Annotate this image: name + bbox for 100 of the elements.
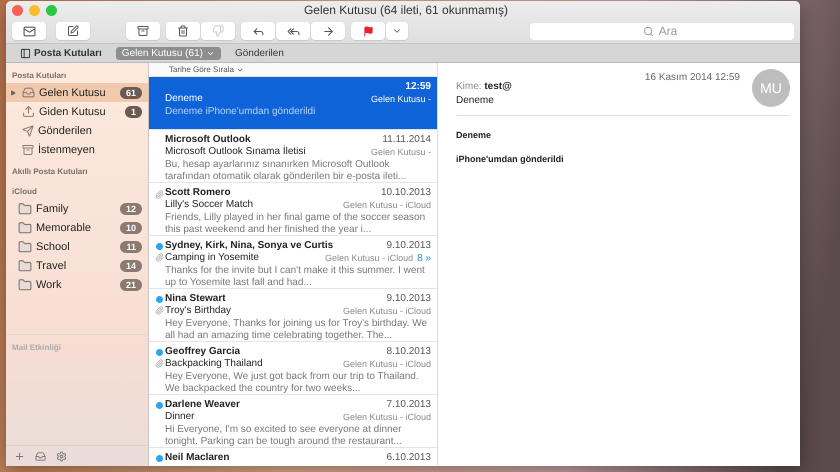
sender-name: Geoffrey Garcia xyxy=(165,346,240,358)
sort-menu[interactable]: Tarihe Göre Sırala xyxy=(149,63,437,77)
message-preview: Bu, hesap ayarlarınız sınanırken Microsoft Outlook tarafından otomatik olarak gönderilen bir e-posta ileti... xyxy=(165,159,408,183)
message-preview: Thanks for the invite but I can't make it this summer. I went up to Yosemite last fall and had... xyxy=(165,265,426,289)
activity-title: Mail Etkinliği xyxy=(6,334,148,360)
message-date: 7.10.2013 xyxy=(386,399,431,411)
section-title: Akıllı Posta Kutuları xyxy=(11,166,89,178)
sender-name: Darlene Weaver xyxy=(165,399,240,411)
message-date: 9.10.2013 xyxy=(386,293,431,305)
mailbox-item[interactable]: Memorable 10 xyxy=(6,218,148,237)
compose-button[interactable] xyxy=(56,22,90,40)
folder-icon xyxy=(18,240,32,254)
mailbox-item[interactable]: Travel 14 xyxy=(6,256,148,275)
mailbox-item[interactable]: İstenmeyen xyxy=(6,140,148,159)
message-preview: Hi Everyone, I'm so excited to see everyone at dinner tonight. Parking can be tough around the restaurant... xyxy=(165,424,403,448)
trash-icon xyxy=(177,25,189,37)
message-date: 8.10.2013 xyxy=(386,346,431,358)
paper-plane-icon xyxy=(22,124,34,136)
sender-name: Nina Stewart xyxy=(165,293,226,305)
delete-button[interactable] xyxy=(166,22,200,40)
sender-name: Scott Romero xyxy=(165,187,231,199)
count-badge: 1 xyxy=(124,106,142,118)
count-badge: 61 xyxy=(120,86,142,98)
message-preview: Hey Everyone, We just got back from our trip to Thailand. We backpacked the country for two weeks... xyxy=(165,371,420,395)
message-subject: Camping in Yosemite xyxy=(165,252,259,265)
recipient-line: Kime: test@ xyxy=(456,81,513,92)
mailbox-label: Gelen Kutusu - iCloud xyxy=(342,359,431,369)
mailbox-icon[interactable] xyxy=(35,450,46,462)
message-date: 6.10.2013 xyxy=(386,452,431,464)
folder-icon xyxy=(18,278,32,292)
sender-name: Neil Maclaren xyxy=(165,452,230,464)
folder-icon xyxy=(18,258,32,272)
message-row[interactable]: 12:59 Deneme Gelen Kutusu - Deneme iPhone'umdan gönderildi xyxy=(149,77,437,130)
mailbox-item[interactable]: Gönderilen xyxy=(6,121,148,140)
mailbox-item[interactable]: School 11 xyxy=(6,237,148,256)
message-subject: Backpacking Thailand xyxy=(165,358,263,371)
inbox-icon xyxy=(22,86,35,99)
section-title: Posta Kutuları xyxy=(11,70,68,82)
search-icon xyxy=(643,26,654,36)
section-title: iCloud xyxy=(11,186,38,198)
archive-button[interactable] xyxy=(126,22,160,40)
message-subject: Dinner xyxy=(165,411,194,424)
body-text: iPhone'umdan gönderildi xyxy=(456,154,565,164)
count-badge: 12 xyxy=(120,202,142,214)
sender-name: Microsoft Outlook xyxy=(165,134,251,146)
arrow-right-icon xyxy=(322,24,334,38)
message-date: 11.11.2014 xyxy=(382,134,431,146)
settings-icon[interactable] xyxy=(56,450,67,462)
count-badge: 21 xyxy=(120,278,142,290)
flag-button[interactable] xyxy=(351,22,385,40)
disclosure-triangle-icon xyxy=(10,90,16,96)
mailbox-label: Gelen Kutusu - iCloud xyxy=(342,200,431,210)
message-preview: Hey Everyone, Thanks for joining us for Troy's birthday. We all had an amazing time celebrating together. The... xyxy=(165,318,428,342)
count-badge: 10 xyxy=(120,222,142,234)
count-badge: 14 xyxy=(120,260,142,272)
outbox-icon xyxy=(22,105,35,118)
favorites-tab[interactable]: Posta Kutuları xyxy=(14,46,108,60)
reply-all-button[interactable] xyxy=(276,22,310,40)
archive-icon xyxy=(137,25,149,37)
sender-name: Sydney, Kirk, Nina, Sonya ve Curtis xyxy=(165,240,334,252)
message-subject: Deneme xyxy=(165,93,203,106)
message-date: 10.10.2013 xyxy=(380,187,431,199)
add-icon[interactable] xyxy=(14,450,25,462)
reply-button[interactable] xyxy=(241,22,275,40)
thumbs-down-icon xyxy=(212,25,224,37)
mailbox-label: Gelen Kutusu - iCloud xyxy=(342,412,431,422)
junk-tray-icon xyxy=(22,144,34,156)
message-date: 12:59 xyxy=(405,81,431,93)
mailbox-label: Gelen Kutusu - xyxy=(370,94,431,104)
body-text: Deneme xyxy=(456,130,492,140)
envelope-icon xyxy=(22,24,36,38)
compose-icon xyxy=(67,25,79,37)
get-mail-button[interactable] xyxy=(12,22,46,40)
folder-icon xyxy=(18,202,32,216)
message-subject: Microsoft Outlook Sınama İletisi xyxy=(165,146,306,159)
window-title: Gelen Kutusu (64 ileti, 61 okunmamış) xyxy=(302,3,510,17)
search-field[interactable]: Ara xyxy=(530,22,794,40)
message-date: 9.10.2013 xyxy=(386,240,431,252)
message-subject: Deneme xyxy=(456,95,495,106)
mailbox-item[interactable]: Gelen Kutusu 61 xyxy=(6,83,148,102)
folder-icon xyxy=(18,220,32,234)
message-preview: Friends, Lilly played in her final game of the soccer season this past weekend and her finished the year i... xyxy=(165,212,426,236)
mailbox-item[interactable]: Giden Kutusu 1 xyxy=(6,102,148,121)
mailbox-item[interactable]: Work 21 xyxy=(6,275,148,294)
thread-count[interactable]: 8 » xyxy=(417,253,431,264)
flag-icon xyxy=(362,26,374,36)
sidebar-icon xyxy=(20,48,31,58)
message-preview: Deneme iPhone'umdan gönderildi xyxy=(165,106,316,118)
close-button[interactable] xyxy=(12,4,23,16)
forward-button[interactable] xyxy=(311,22,345,40)
mailbox-item[interactable]: Family 12 xyxy=(6,199,148,218)
avatar: MU xyxy=(752,69,790,107)
mailbox-label: Gelen Kutusu - iCloud xyxy=(325,253,414,263)
mailbox-label: Gelen Kutusu - iCloud xyxy=(342,306,431,316)
message-subject: Troy's Birthday xyxy=(165,305,232,318)
count-badge: 11 xyxy=(120,240,142,252)
mailbox-label: Gelen Kutusu - xyxy=(370,147,431,157)
favorites-tab[interactable]: Gönderilen xyxy=(228,46,290,60)
message-subject: Lilly's Soccer Match xyxy=(165,199,254,212)
message-date: 16 Kasım 2014 12:59 xyxy=(644,71,740,85)
